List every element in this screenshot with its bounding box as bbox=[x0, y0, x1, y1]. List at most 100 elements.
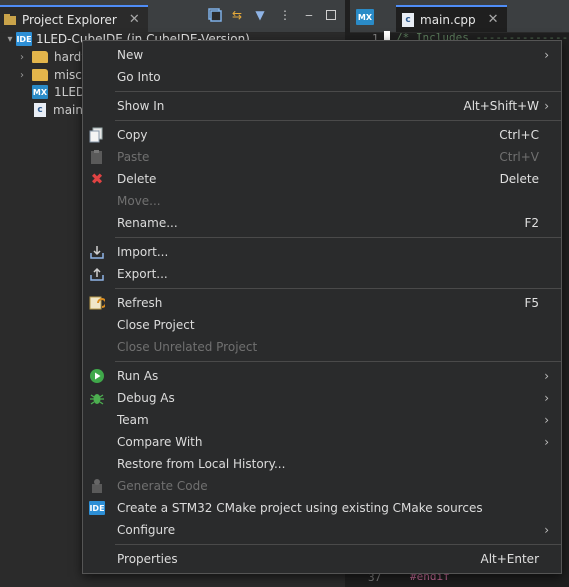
tree-item-hardware[interactable]: › hardw bbox=[16, 48, 91, 66]
menu-separator bbox=[115, 544, 561, 545]
menu-item-run-as[interactable]: Run As › bbox=[83, 365, 561, 387]
tab-ioc[interactable]: MX bbox=[356, 9, 374, 25]
refresh-icon bbox=[89, 295, 105, 311]
menu-item-shortcut: Ctrl+C bbox=[499, 128, 539, 142]
menu-item-label: Paste bbox=[117, 150, 150, 164]
menu-item-label: Delete bbox=[117, 172, 157, 186]
menu-item-shortcut: F2 bbox=[524, 216, 539, 230]
menu-item-label: Compare With bbox=[117, 435, 203, 449]
paste-icon bbox=[89, 149, 105, 165]
menu-item-configure[interactable]: Configure › bbox=[83, 519, 561, 541]
menu-item-restore-local-history[interactable]: Restore from Local History... bbox=[83, 453, 561, 475]
menu-item-label: New bbox=[117, 48, 144, 62]
menu-separator bbox=[115, 288, 561, 289]
close-icon[interactable]: ✕ bbox=[129, 12, 140, 27]
menu-item-label: Restore from Local History... bbox=[117, 457, 286, 471]
menu-item-import[interactable]: Import... bbox=[83, 241, 561, 263]
menu-item-label: Refresh bbox=[117, 296, 163, 310]
menu-item-go-into[interactable]: Go Into bbox=[83, 66, 561, 88]
menu-item-shortcut: Delete bbox=[499, 172, 539, 186]
menu-separator bbox=[115, 361, 561, 362]
run-icon bbox=[89, 368, 105, 384]
menu-item-compare-with[interactable]: Compare With › bbox=[83, 431, 561, 453]
ide-project-icon: IDE bbox=[16, 32, 32, 46]
menu-item-label: Close Project bbox=[117, 318, 195, 332]
menu-item-label: Team bbox=[117, 413, 149, 427]
menu-item-close-unrelated-project[interactable]: Close Unrelated Project bbox=[83, 336, 561, 358]
menu-item-label: Create a STM32 CMake project using exist… bbox=[117, 501, 483, 515]
menu-item-refresh[interactable]: Refresh F5 bbox=[83, 292, 561, 314]
tab-label: main.cpp bbox=[420, 12, 476, 27]
link-with-editor-icon[interactable]: ⇆ bbox=[230, 8, 244, 22]
tab-label: Project Explorer bbox=[22, 12, 117, 27]
menu-item-label: Properties bbox=[117, 552, 178, 566]
menu-item-team[interactable]: Team › bbox=[83, 409, 561, 431]
chevron-right-icon[interactable]: › bbox=[16, 52, 28, 63]
tree-item-label: misc bbox=[54, 68, 82, 82]
chevron-right-icon: › bbox=[544, 413, 549, 427]
menu-separator bbox=[115, 91, 561, 92]
chevron-down-icon[interactable]: ▾ bbox=[4, 34, 16, 45]
menu-item-label: Generate Code bbox=[117, 479, 208, 493]
tab-project-explorer[interactable]: Project Explorer ✕ bbox=[0, 5, 148, 32]
menu-item-show-in[interactable]: Show In Alt+Shift+W › bbox=[83, 95, 561, 117]
menu-item-label: Go Into bbox=[117, 70, 161, 84]
tree-item-misc[interactable]: › misc bbox=[16, 66, 82, 84]
copy-icon bbox=[89, 127, 105, 143]
menu-item-label: Export... bbox=[117, 267, 168, 281]
tree-item-main-file[interactable]: c main. bbox=[34, 101, 87, 119]
maximize-icon[interactable] bbox=[324, 8, 338, 22]
menu-item-label: Move... bbox=[117, 194, 161, 208]
ide-icon: IDE bbox=[89, 500, 105, 516]
view-menu-icon[interactable]: ⋮ bbox=[278, 8, 292, 22]
tree-item-ioc-file[interactable]: MX 1LED- bbox=[32, 83, 89, 101]
menu-item-create-cmake-project[interactable]: IDE Create a STM32 CMake project using e… bbox=[83, 497, 561, 519]
collapse-all-icon[interactable] bbox=[208, 8, 222, 22]
menu-item-debug-as[interactable]: Debug As › bbox=[83, 387, 561, 409]
menu-item-label: Rename... bbox=[117, 216, 178, 230]
export-icon bbox=[89, 266, 105, 282]
menu-item-shortcut: Ctrl+V bbox=[499, 150, 539, 164]
menu-separator bbox=[115, 120, 561, 121]
menu-item-label: Import... bbox=[117, 245, 169, 259]
chevron-right-icon[interactable]: › bbox=[16, 70, 28, 81]
chevron-right-icon: › bbox=[544, 523, 549, 537]
menu-item-delete[interactable]: ✖ Delete Delete bbox=[83, 168, 561, 190]
menu-item-copy[interactable]: Copy Ctrl+C bbox=[83, 124, 561, 146]
context-menu: New › Go Into Show In Alt+Shift+W › Copy… bbox=[82, 40, 562, 574]
menu-item-label: Show In bbox=[117, 99, 165, 113]
close-icon[interactable]: ✕ bbox=[488, 12, 499, 27]
project-explorer-icon bbox=[4, 13, 16, 26]
folder-icon bbox=[32, 69, 48, 81]
chevron-right-icon: › bbox=[544, 391, 549, 405]
explorer-tab-bar: Project Explorer ✕ ⇆ ▼ ⋮ ‒ bbox=[0, 0, 345, 33]
menu-item-shortcut: F5 bbox=[524, 296, 539, 310]
menu-item-properties[interactable]: Properties Alt+Enter bbox=[83, 548, 561, 570]
menu-item-rename[interactable]: Rename... F2 bbox=[83, 212, 561, 234]
chevron-right-icon: › bbox=[544, 48, 549, 62]
menu-item-label: Debug As bbox=[117, 391, 175, 405]
menu-item-export[interactable]: Export... bbox=[83, 263, 561, 285]
minimize-icon[interactable]: ‒ bbox=[302, 8, 316, 22]
menu-item-label: Configure bbox=[117, 523, 176, 537]
menu-item-paste[interactable]: Paste Ctrl+V bbox=[83, 146, 561, 168]
editor-tab-bar: MX c main.cpp ✕ bbox=[350, 0, 569, 33]
chevron-right-icon: › bbox=[544, 99, 549, 113]
menu-item-generate-code[interactable]: Generate Code bbox=[83, 475, 561, 497]
tab-main-cpp[interactable]: c main.cpp ✕ bbox=[396, 5, 507, 32]
menu-item-new[interactable]: New › bbox=[83, 44, 561, 66]
menu-item-move[interactable]: Move... bbox=[83, 190, 561, 212]
menu-item-label: Copy bbox=[117, 128, 148, 142]
mx-file-icon: MX bbox=[32, 85, 48, 99]
menu-item-close-project[interactable]: Close Project bbox=[83, 314, 561, 336]
menu-item-shortcut: Alt+Shift+W bbox=[463, 99, 540, 113]
c-file-icon: c bbox=[34, 103, 46, 117]
generate-code-icon bbox=[89, 478, 105, 494]
filter-icon[interactable]: ▼ bbox=[253, 8, 267, 22]
menu-item-label: Close Unrelated Project bbox=[117, 340, 258, 354]
import-icon bbox=[89, 244, 105, 260]
debug-icon bbox=[89, 390, 105, 406]
mx-file-icon: MX bbox=[356, 9, 374, 25]
chevron-right-icon: › bbox=[544, 435, 549, 449]
chevron-right-icon: › bbox=[544, 369, 549, 383]
